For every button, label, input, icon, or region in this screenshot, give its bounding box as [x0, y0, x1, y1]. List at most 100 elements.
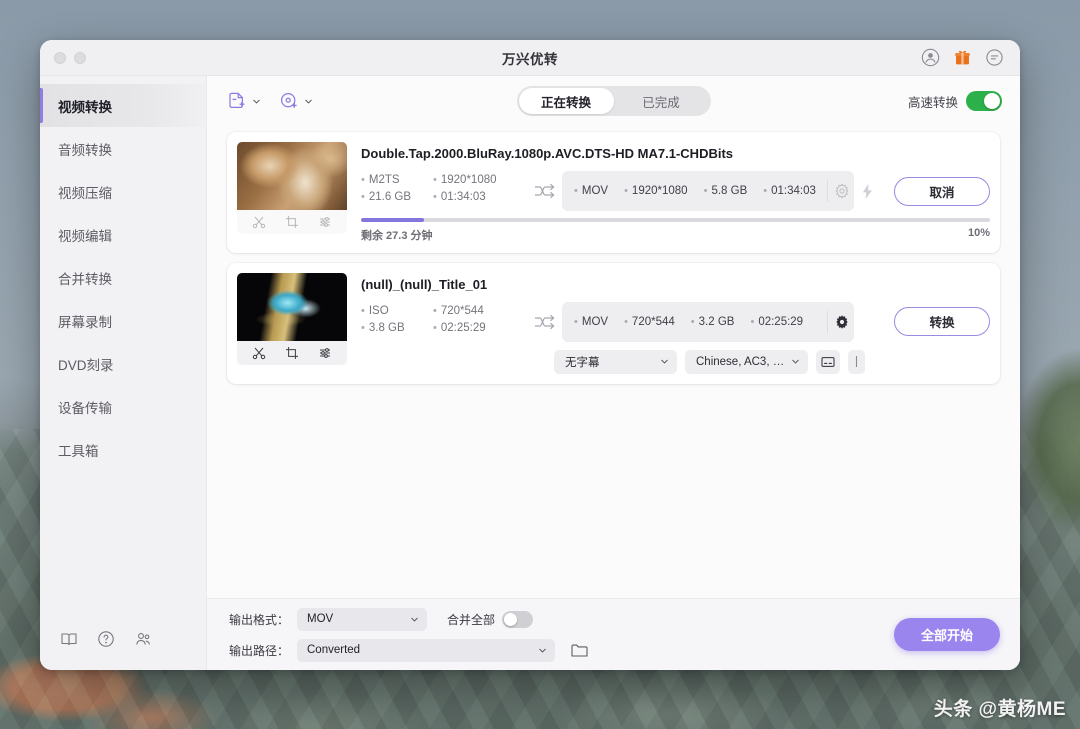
sidebar-footer: [40, 630, 206, 670]
tab-completed[interactable]: 已完成: [614, 88, 709, 114]
high-speed-toggle[interactable]: [966, 91, 1002, 111]
toolbar: 正在转换 已完成 高速转换: [207, 76, 1020, 126]
sidebar-item-video-compress[interactable]: 视频压缩: [40, 170, 206, 213]
book-icon[interactable]: [60, 630, 78, 648]
target-resolution: 720*544: [624, 316, 675, 328]
output-format-row: 输出格式： MOV 合并全部: [227, 608, 588, 631]
gear-icon[interactable]: [834, 183, 850, 199]
menu-icon[interactable]: [985, 48, 1004, 67]
subtitle-select[interactable]: 无字幕: [554, 350, 677, 374]
toggle-knob: [984, 93, 1000, 109]
trim-scissors-icon[interactable]: [252, 215, 266, 229]
target-format: MOV: [574, 316, 608, 328]
progress-track: [361, 218, 990, 222]
sidebar-item-dvd-burn[interactable]: DVD刻录: [40, 342, 206, 385]
gift-icon[interactable]: [953, 48, 972, 67]
target-meta: MOV 1920*1080 5.8 GB 01:34:03: [574, 185, 827, 197]
lightning-bolt-icon: [862, 184, 873, 199]
progress-labels: 剩余 27.3 分钟 10%: [361, 227, 990, 243]
sidebar-item-label: 视频编辑: [58, 225, 112, 245]
output-path-select[interactable]: Converted: [297, 639, 555, 662]
convert-arrow-icon: [532, 179, 556, 203]
community-icon[interactable]: [134, 630, 152, 648]
status-tabs: 正在转换 已完成: [517, 86, 711, 116]
start-all-button[interactable]: 全部开始: [894, 618, 1000, 651]
video-thumbnail[interactable]: [237, 142, 347, 210]
sidebar-item-label: 音频转换: [58, 139, 112, 159]
chevron-down-icon: [538, 646, 547, 655]
divider: [827, 180, 828, 202]
subtitle-select-value: 无字幕: [565, 354, 654, 370]
progress-fill: [361, 218, 424, 222]
source-duration: 02:25:29: [433, 322, 486, 334]
thumbnail-tools: [237, 341, 347, 365]
hardware-accel-indicator: [854, 184, 880, 199]
tab-converting[interactable]: 正在转换: [519, 88, 614, 114]
output-path-row: 输出路径： Converted: [227, 639, 588, 662]
source-size: 21.6 GB: [361, 191, 419, 203]
chevron-down-icon: [791, 357, 800, 366]
target-settings[interactable]: MOV 720*544 3.2 GB 02:25:29: [562, 302, 854, 342]
output-format-select[interactable]: MOV: [297, 608, 427, 631]
help-icon[interactable]: [97, 630, 115, 648]
conversion-list: Double.Tap.2000.BluRay.1080p.AVC.DTS-HD …: [207, 126, 1020, 598]
effects-icon[interactable]: [318, 346, 332, 360]
source-duration: 01:34:03: [433, 191, 486, 203]
merge-all-toggle[interactable]: [502, 611, 533, 628]
chevron-down-icon: [410, 615, 419, 624]
subtitle-toggle-button[interactable]: [816, 350, 840, 374]
target-resolution: 1920*1080: [624, 185, 688, 197]
effects-icon[interactable]: [318, 215, 332, 229]
source-meta: M2TS 1920*1080 21.6 GB 01:34:03: [361, 174, 526, 208]
crop-icon[interactable]: [285, 215, 299, 229]
more-options-button[interactable]: [848, 350, 865, 374]
sidebar-item-label: 工具箱: [58, 440, 99, 460]
output-path-value: Converted: [307, 644, 538, 656]
video-thumbnail[interactable]: [237, 273, 347, 341]
toggle-knob: [504, 613, 517, 626]
window-titlebar: 万兴优转: [40, 40, 1020, 76]
title-actions: [921, 48, 1020, 67]
subtitle-icon: [821, 356, 835, 368]
audio-track-select[interactable]: Chinese, AC3, St...: [685, 350, 808, 374]
merge-all-group: 合并全部: [447, 611, 533, 628]
convert-arrow-icon: [532, 310, 556, 334]
sidebar-item-toolbox[interactable]: 工具箱: [40, 428, 206, 471]
high-speed-label: 高速转换: [908, 92, 958, 111]
gear-icon[interactable]: [834, 314, 850, 330]
sidebar-item-label: 合并转换: [58, 268, 112, 288]
remaining-time: 剩余 27.3 分钟: [361, 227, 433, 243]
folder-icon[interactable]: [571, 643, 588, 658]
add-disc-button[interactable]: [279, 91, 313, 111]
sidebar-item-audio-convert[interactable]: 音频转换: [40, 127, 206, 170]
source-meta: ISO 720*544 3.8 GB 02:25:29: [361, 305, 526, 339]
target-settings[interactable]: MOV 1920*1080 5.8 GB 01:34:03: [562, 171, 854, 211]
merge-all-label: 合并全部: [447, 611, 495, 628]
add-disc-icon: [279, 91, 299, 111]
sidebar-item-label: 设备传输: [58, 397, 112, 417]
sidebar-item-label: 视频压缩: [58, 182, 112, 202]
target-duration: 02:25:29: [750, 316, 803, 328]
add-file-button[interactable]: [227, 91, 261, 111]
file-name: Double.Tap.2000.BluRay.1080p.AVC.DTS-HD …: [361, 146, 990, 161]
add-buttons: [227, 91, 313, 111]
account-icon[interactable]: [921, 48, 940, 67]
chevron-down-icon: [660, 357, 669, 366]
sidebar-item-video-edit[interactable]: 视频编辑: [40, 213, 206, 256]
sidebar-item-video-convert[interactable]: 视频转换: [40, 84, 206, 127]
output-path-label: 输出路径：: [227, 642, 289, 659]
sidebar-item-label: DVD刻录: [58, 354, 114, 374]
crop-icon[interactable]: [285, 346, 299, 360]
output-format-value: MOV: [307, 613, 410, 625]
cancel-button[interactable]: 取消: [894, 177, 990, 206]
output-format-label: 输出格式：: [227, 611, 289, 628]
target-size: 3.2 GB: [691, 316, 735, 328]
convert-button[interactable]: 转换: [894, 307, 990, 336]
card-body: Double.Tap.2000.BluRay.1080p.AVC.DTS-HD …: [361, 142, 990, 243]
trim-scissors-icon[interactable]: [252, 346, 266, 360]
sidebar-item-screen-record[interactable]: 屏幕录制: [40, 299, 206, 342]
sidebar-item-label: 视频转换: [58, 96, 112, 116]
sidebar-item-device-transfer[interactable]: 设备传输: [40, 385, 206, 428]
sidebar-item-merge-convert[interactable]: 合并转换: [40, 256, 206, 299]
table-row: (null)_(null)_Title_01 ISO 720*544 3.8 G…: [227, 263, 1000, 384]
